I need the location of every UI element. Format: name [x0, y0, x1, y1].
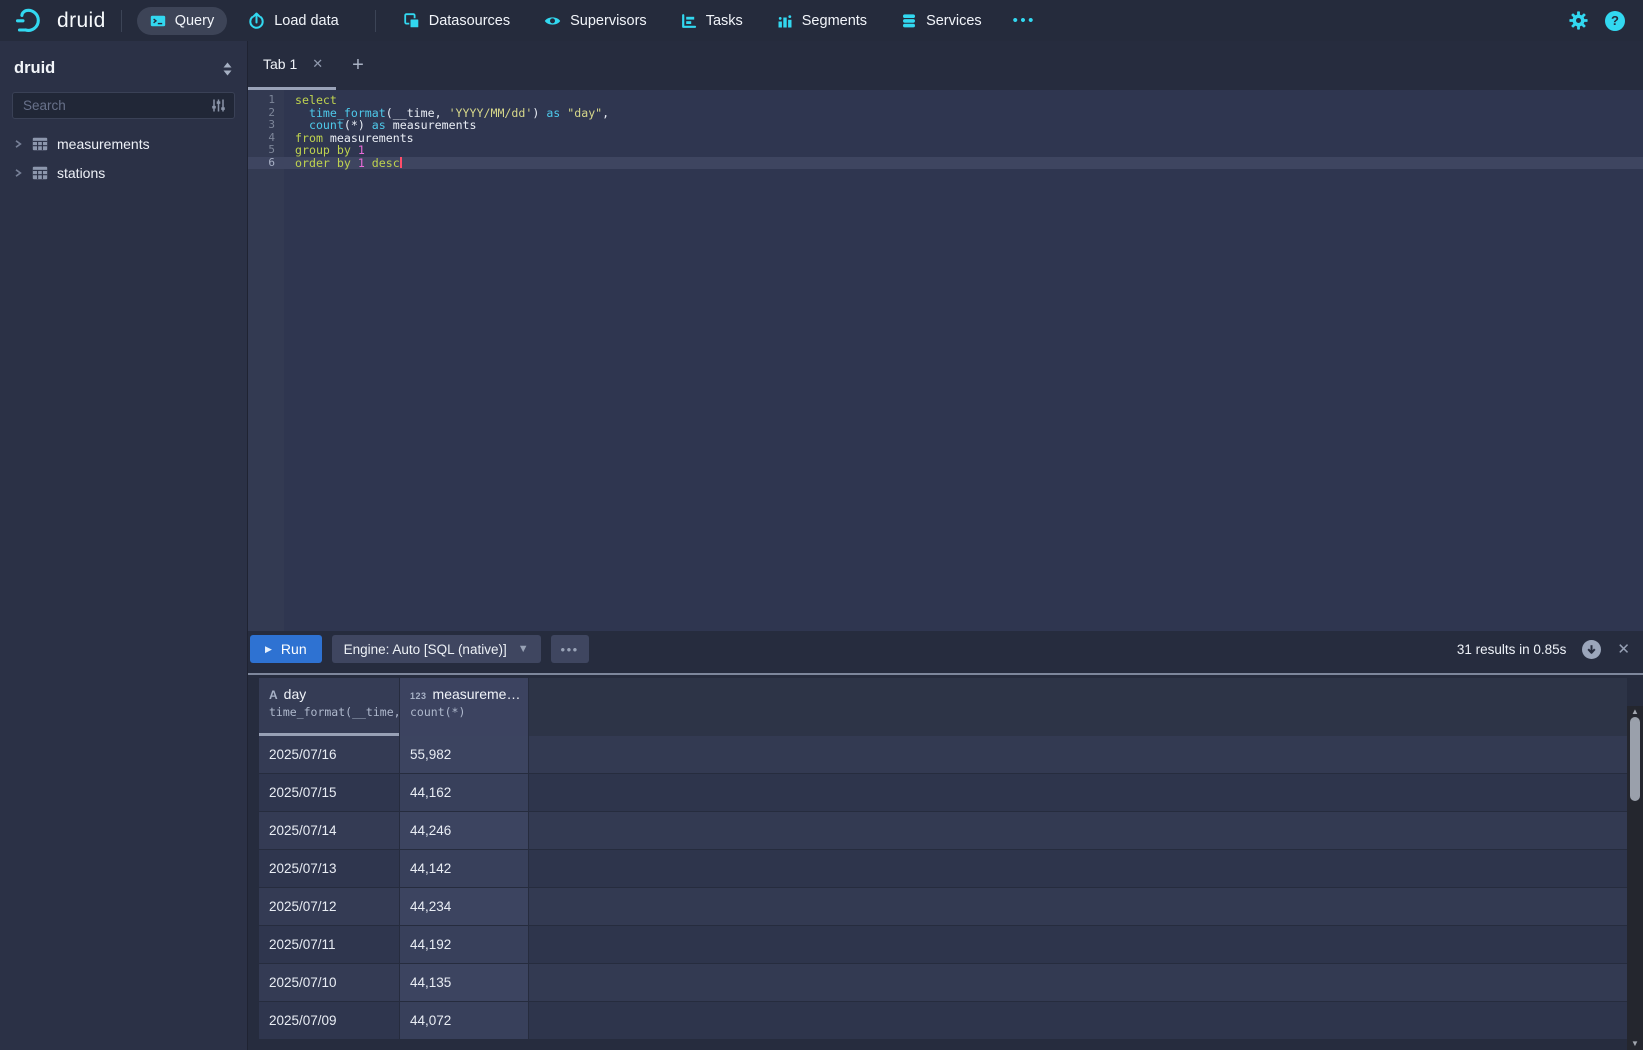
chevron-down-icon: ▼ — [518, 643, 529, 655]
druid-logo-icon — [14, 6, 48, 35]
table-row[interactable]: 2025/07/16 55,982 — [259, 736, 1627, 773]
schema-title: druid — [14, 59, 55, 78]
table-tree: measurements stations — [0, 129, 247, 187]
nav-divider — [375, 10, 376, 32]
scrollbar-thumb[interactable] — [1630, 717, 1640, 801]
schema-header: druid — [0, 41, 247, 90]
code-line-active: order by 1 desc — [284, 157, 1643, 170]
upload-icon — [248, 12, 265, 29]
code-area[interactable]: select time_format(__time, 'YYYY/MM/dd')… — [284, 90, 1643, 631]
column-header-day[interactable]: A day time_format(__time,… — [259, 678, 399, 736]
add-tab-button[interactable]: + — [336, 41, 380, 90]
nav-item-services[interactable]: Services — [888, 7, 995, 35]
brand[interactable]: druid — [14, 6, 106, 35]
chevron-right-icon[interactable] — [13, 168, 23, 178]
gear-icon[interactable] — [1569, 11, 1588, 30]
table-icon — [32, 137, 48, 151]
nav-item-label: Segments — [802, 13, 867, 29]
table-row[interactable]: 2025/07/15 44,162 — [259, 774, 1627, 811]
table-icon — [32, 166, 48, 180]
search-box — [12, 92, 235, 119]
code-line: group by 1 — [284, 144, 1643, 157]
top-navbar: druid Query Load data Datasources Superv… — [0, 0, 1643, 41]
engine-label: Engine: Auto [SQL (native)] — [344, 642, 507, 657]
editor-gutter: 1 2 3 4 5 6 — [248, 90, 284, 631]
close-results-icon[interactable]: ✕ — [1617, 640, 1630, 658]
brand-name: druid — [57, 9, 106, 33]
nav-right-group: ? — [1569, 11, 1629, 31]
query-tabbar: Tab 1 ✕ + — [248, 41, 1643, 90]
nav-item-load-data[interactable]: Load data — [235, 6, 352, 35]
line-number: 2 — [248, 107, 284, 120]
table-row[interactable]: 2025/07/13 44,142 — [259, 850, 1627, 887]
line-number: 4 — [248, 132, 284, 145]
text-cursor — [400, 157, 402, 168]
nav-item-label: Datasources — [429, 13, 510, 29]
tree-item-stations[interactable]: stations — [0, 158, 247, 187]
table-row[interactable]: 2025/07/10 44,135 — [259, 964, 1627, 1001]
tree-item-label: measurements — [57, 136, 150, 152]
query-more-button[interactable]: ••• — [551, 635, 589, 663]
scroll-up-icon[interactable]: ▲ — [1627, 707, 1643, 716]
line-number-active: 6 — [248, 157, 284, 170]
nav-item-tasks[interactable]: Tasks — [668, 7, 756, 35]
tab-label: Tab 1 — [263, 56, 297, 72]
column-header-measurements[interactable]: 123 measureme… count(*) — [400, 678, 528, 736]
nav-divider — [121, 10, 122, 32]
nav-item-query[interactable]: Query — [137, 7, 228, 35]
nav-item-label: Query — [175, 13, 215, 29]
engine-select[interactable]: Engine: Auto [SQL (native)] ▼ — [332, 635, 541, 663]
nav-more-button[interactable]: ••• — [1003, 6, 1046, 35]
play-icon: ▶ — [265, 644, 272, 655]
results-status-group: 31 results in 0.85s ✕ — [1457, 640, 1643, 659]
tree-item-measurements[interactable]: measurements — [0, 129, 247, 158]
table-row[interactable]: 2025/07/09 44,072 — [259, 1002, 1627, 1039]
datasources-icon — [404, 13, 420, 29]
string-type-icon: A — [269, 688, 278, 702]
filter-sliders-icon[interactable] — [211, 98, 226, 113]
results-header-row: A day time_format(__time,… 123 measureme… — [259, 678, 1627, 736]
schema-sidebar: druid measurements — [0, 41, 248, 1050]
nav-item-label: Load data — [274, 13, 339, 29]
tab-close-icon[interactable]: ✕ — [312, 56, 323, 72]
run-button[interactable]: ▶ Run — [250, 635, 322, 663]
table-row[interactable]: 2025/07/11 44,192 — [259, 926, 1627, 963]
code-line: time_format(__time, 'YYYY/MM/dd') as "da… — [284, 107, 1643, 120]
table-row[interactable]: 2025/07/12 44,234 — [259, 888, 1627, 925]
results-body: 2025/07/16 55,982 2025/07/15 44,162 2025… — [259, 736, 1627, 1040]
sql-editor[interactable]: 1 2 3 4 5 6 select time_format(__time, '… — [248, 90, 1643, 631]
help-icon[interactable]: ? — [1605, 11, 1625, 31]
chevron-right-icon[interactable] — [13, 139, 23, 149]
scroll-down-icon[interactable]: ▼ — [1627, 1039, 1643, 1048]
results-scrollbar[interactable]: ▲ ▼ — [1627, 706, 1643, 1050]
eye-icon — [544, 13, 561, 29]
results-summary: 31 results in 0.85s — [1457, 642, 1567, 657]
code-line: count(*) as measurements — [284, 119, 1643, 132]
console-icon — [150, 13, 166, 29]
gantt-icon — [681, 13, 697, 29]
nav-item-supervisors[interactable]: Supervisors — [531, 7, 660, 35]
line-number: 1 — [248, 94, 284, 107]
line-number: 5 — [248, 144, 284, 157]
download-icon[interactable] — [1582, 640, 1601, 659]
run-toolbar: ▶ Run Engine: Auto [SQL (native)] ▼ ••• … — [248, 632, 1643, 666]
results-panel: A day time_format(__time,… 123 measureme… — [248, 675, 1643, 1050]
code-line: from measurements — [284, 132, 1643, 145]
nav-item-label: Supervisors — [570, 13, 647, 29]
nav-item-label: Services — [926, 13, 982, 29]
header-filler — [529, 678, 1627, 736]
nav-item-segments[interactable]: Segments — [764, 7, 880, 35]
nav-item-datasources[interactable]: Datasources — [391, 7, 523, 35]
table-row[interactable]: 2025/07/14 44,246 — [259, 812, 1627, 849]
tree-item-label: stations — [57, 165, 105, 181]
bar-chart-icon — [777, 13, 793, 29]
database-icon — [901, 13, 917, 29]
search-input[interactable] — [12, 92, 235, 119]
line-number: 3 — [248, 119, 284, 132]
number-type-icon: 123 — [410, 691, 427, 701]
nav-item-label: Tasks — [706, 13, 743, 29]
sort-icon[interactable] — [222, 62, 233, 76]
tab-query-1[interactable]: Tab 1 ✕ — [248, 41, 336, 90]
